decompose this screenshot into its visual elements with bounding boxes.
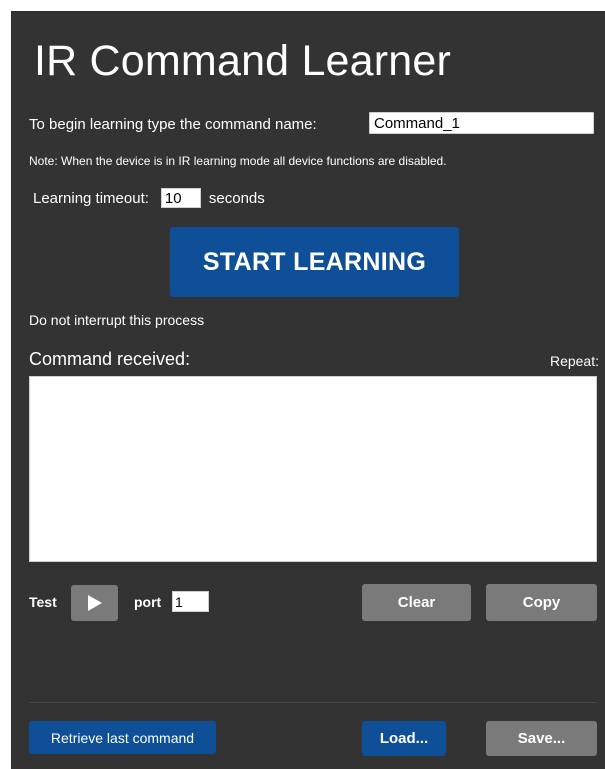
command-name-input[interactable]	[369, 112, 594, 134]
interrupt-warning: Do not interrupt this process	[29, 312, 205, 328]
footer-divider	[29, 702, 597, 703]
port-input[interactable]	[172, 591, 209, 612]
play-icon	[87, 595, 102, 611]
test-play-button[interactable]	[71, 585, 118, 621]
copy-button[interactable]: Copy	[486, 584, 597, 621]
command-received-textarea[interactable]	[29, 376, 597, 562]
test-label: Test	[29, 594, 57, 610]
timeout-label: Learning timeout:	[33, 189, 149, 207]
timeout-unit: seconds	[208, 189, 265, 207]
page-title: IR Command Learner	[34, 37, 452, 85]
clear-button[interactable]: Clear	[362, 584, 471, 621]
learning-mode-note: Note: When the device is in IR learning …	[29, 154, 447, 168]
command-name-prompt: To begin learning type the command name:	[29, 116, 317, 133]
repeat-label: Repeat:	[549, 353, 599, 369]
start-learning-button[interactable]: START LEARNING	[170, 227, 459, 297]
ir-learner-panel: IR Command Learner To begin learning typ…	[11, 11, 605, 769]
retrieve-last-command-button[interactable]: Retrieve last command	[29, 721, 216, 754]
save-button[interactable]: Save...	[486, 721, 597, 756]
port-label: port	[134, 594, 162, 610]
load-button[interactable]: Load...	[362, 721, 446, 756]
command-received-label: Command received:	[29, 349, 191, 369]
timeout-row: Learning timeout: seconds	[33, 188, 265, 208]
timeout-input[interactable]	[160, 188, 201, 208]
